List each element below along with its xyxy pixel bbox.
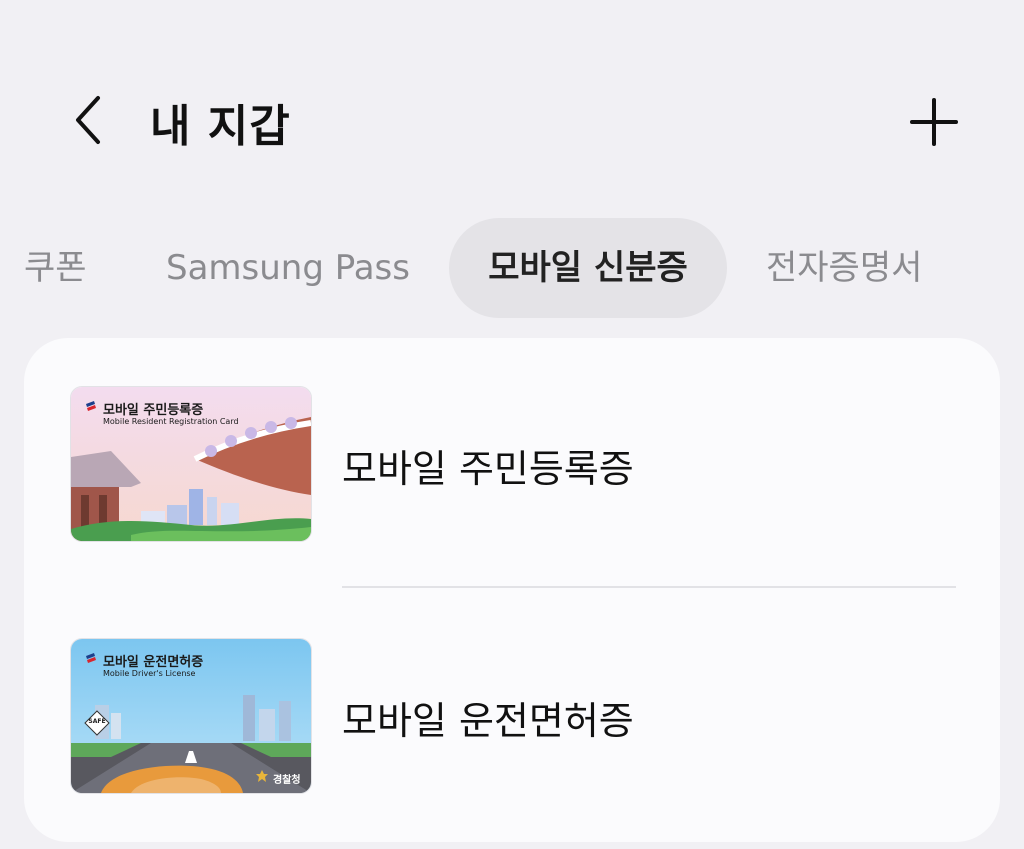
drivers-license-thumbnail: 모바일 운전면허증 Mobile Driver's License SAFE 경… [70,638,312,794]
page-title: 내 지갑 [150,101,291,152]
category-tabs: 쿠폰 Samsung Pass 모바일 신분증 전자증명서 [0,218,1024,320]
resident-card-thumb-title: 모바일 주민등록증 [103,403,204,418]
tab-mobile-id[interactable]: 모바일 신분증 [449,218,727,318]
list-item-resident-card[interactable]: 모바일 주민등록증 Mobile Resident Registration C… [24,386,1000,546]
chevron-left-icon [76,96,100,144]
drivers-license-thumb-title: 모바일 운전면허증 [103,655,204,670]
tab-coupon[interactable]: 쿠폰 [24,218,87,318]
add-button[interactable] [906,94,962,150]
resident-card-thumbnail: 모바일 주민등록증 Mobile Resident Registration C… [70,386,312,542]
plus-icon [910,98,958,146]
safe-sign-text: SAFE [88,718,106,725]
drivers-license-thumb-subtitle: Mobile Driver's License [103,669,196,678]
id-card-list: 모바일 주민등록증 Mobile Resident Registration C… [24,338,1000,842]
tab-samsung-pass[interactable]: Samsung Pass [166,218,410,318]
drivers-license-label: 모바일 운전면허증 [342,699,634,743]
government-logo-icon [86,401,96,411]
back-button[interactable] [66,92,114,148]
app-header: 내 지갑 [0,0,1024,200]
list-divider [342,586,956,588]
resident-card-thumb-subtitle: Mobile Resident Registration Card [103,417,239,426]
list-item-drivers-license[interactable]: 모바일 운전면허증 Mobile Driver's License SAFE 경… [24,638,1000,798]
police-emblem-icon [256,770,268,782]
police-agency-text: 경찰청 [273,775,301,786]
government-logo-icon [86,653,96,663]
tab-e-certificate[interactable]: 전자증명서 [766,218,922,318]
resident-card-label: 모바일 주민등록증 [342,447,634,491]
